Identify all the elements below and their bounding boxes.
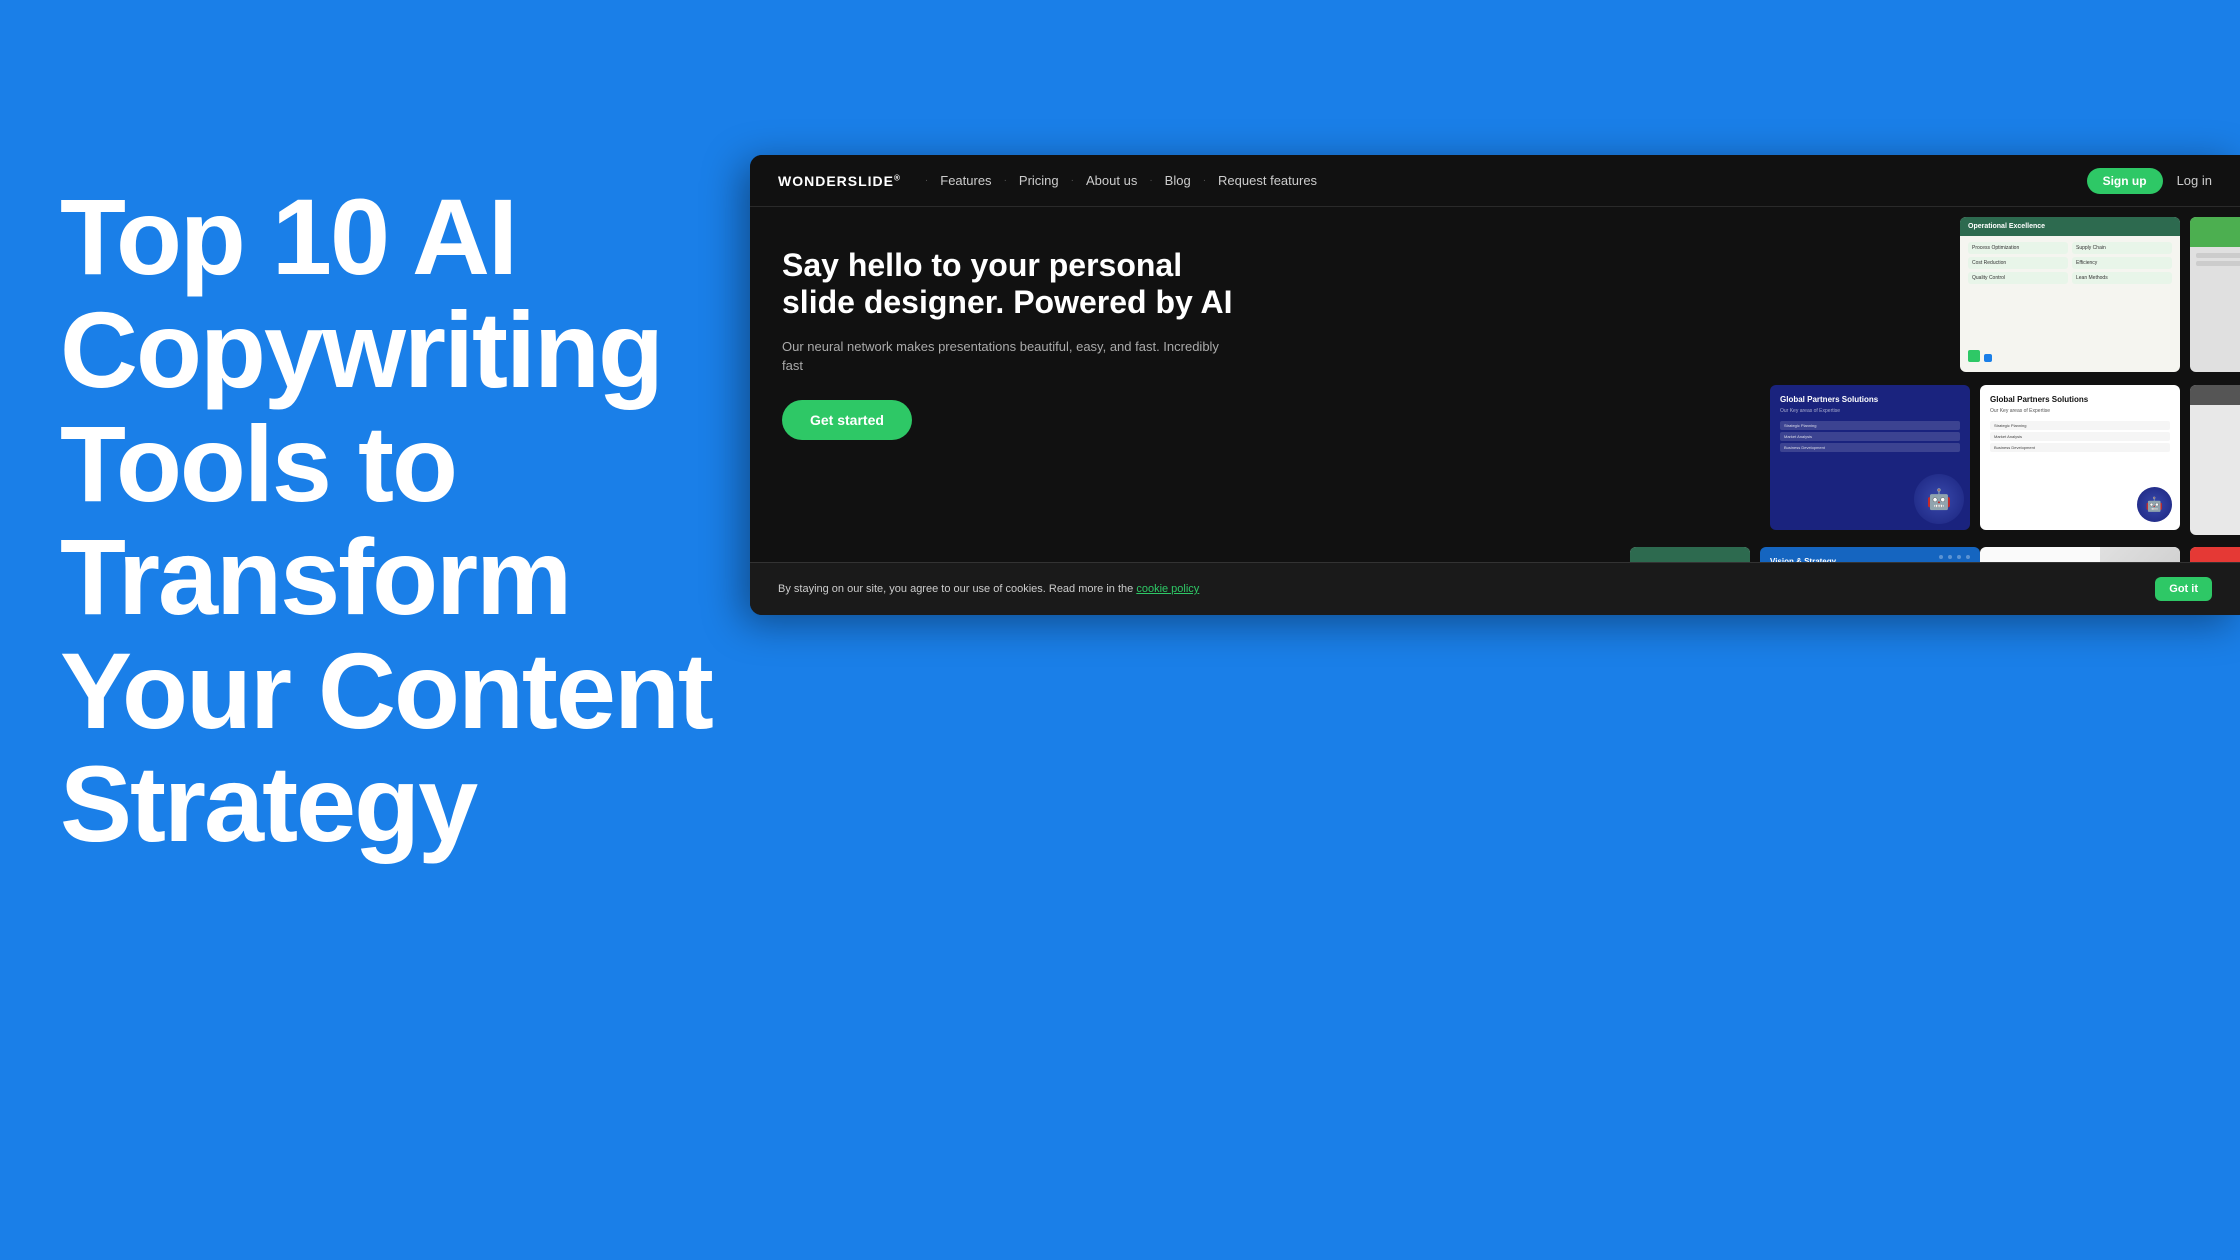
gp-white-title: Global Partners Solutions — [1990, 395, 2170, 404]
hero-subtitle: Our neural network makes presentations b… — [782, 337, 1238, 376]
gp-w-item-3: Business Development — [1990, 443, 2170, 452]
nav-link-blog[interactable]: Blog — [1157, 169, 1199, 192]
slide-op-item-2: Cost Reduction — [1968, 257, 2068, 269]
cookie-accept-button[interactable]: Got it — [2155, 577, 2212, 601]
gp-blue-sub: Our Key areas of Expertise — [1780, 408, 1960, 415]
slide-op-item-1: Process Optimization — [1968, 242, 2068, 254]
thumb-row-1: Operational Excellence Process Optimizat… — [1960, 217, 2240, 372]
hero-area: Say hello to your personal slide designe… — [750, 207, 2240, 615]
thumb-row-2: Global Partners Solutions Our Key areas … — [1770, 385, 2240, 535]
nav-dot-4: · — [1149, 175, 1152, 186]
hero-left: Say hello to your personal slide designe… — [750, 207, 1270, 615]
gp-white-robot-icon: 🤖 — [2137, 487, 2172, 522]
nav-dot-3: · — [1071, 175, 1074, 186]
slide-op-item-5: Efficiency — [2072, 257, 2172, 269]
nav-dot-2: · — [1004, 175, 1007, 186]
cookie-text: By staying on our site, you agree to our… — [778, 583, 2143, 595]
op-accent-2 — [1984, 354, 1992, 362]
gp-w-item-1: Strategic Planning — [1990, 421, 2170, 430]
slide-op-col-2: Supply Chain Efficiency Lean Methods — [2072, 242, 2172, 287]
nav-actions: Sign up Log in — [2087, 168, 2212, 194]
slide-global-partners-blue[interactable]: Global Partners Solutions Our Key areas … — [1770, 385, 1970, 530]
gp-white-items: Strategic Planning Market Analysis Busin… — [1990, 421, 2170, 452]
login-link[interactable]: Log in — [2177, 173, 2212, 188]
nav-link-request[interactable]: Request features — [1210, 169, 1325, 192]
browser-panel: WONDERSLIDE® · Features · Pricing · Abou… — [750, 155, 2240, 615]
partial-line-1 — [2196, 253, 2240, 258]
slide-partial-1 — [2190, 217, 2240, 372]
cookie-banner: By staying on our site, you agree to our… — [750, 562, 2240, 615]
dot4 — [1966, 555, 1970, 559]
partial-header — [2190, 217, 2240, 247]
slide-op-col-1: Process Optimization Cost Reduction Qual… — [1968, 242, 2068, 287]
partial-r2-header — [2190, 385, 2240, 405]
slide-operational-excellence[interactable]: Operational Excellence Process Optimizat… — [1960, 217, 2180, 372]
gp-w-item-2: Market Analysis — [1990, 432, 2170, 441]
signup-button[interactable]: Sign up — [2087, 168, 2163, 194]
cookie-policy-link[interactable]: cookie policy — [1136, 583, 1199, 595]
gp-item-2: Market Analysis — [1780, 432, 1960, 441]
headline-text: Top 10 AI Copywriting Tools to Transform… — [60, 180, 760, 860]
nav-link-pricing[interactable]: Pricing — [1011, 169, 1067, 192]
slides-area: Operational Excellence Process Optimizat… — [1280, 207, 2240, 615]
slide-global-partners-white[interactable]: Global Partners Solutions Our Key areas … — [1980, 385, 2180, 530]
nav-link-about[interactable]: About us — [1078, 169, 1145, 192]
nav-dot-5: · — [1203, 175, 1206, 186]
vision-dots — [1939, 555, 1972, 559]
dot3 — [1957, 555, 1961, 559]
slide-op-item-4: Supply Chain — [2072, 242, 2172, 254]
slide-op-item-3: Quality Control — [1968, 272, 2068, 284]
headline: Top 10 AI Copywriting Tools to Transform… — [60, 180, 760, 860]
gp-blue-items: Strategic Planning Market Analysis Busin… — [1780, 421, 1960, 452]
nav-link-features[interactable]: Features — [932, 169, 999, 192]
nav-bar: WONDERSLIDE® · Features · Pricing · Abou… — [750, 155, 2240, 207]
gp-item-3: Business Development — [1780, 443, 1960, 452]
nav-dot-1: · — [925, 175, 928, 186]
slide-op-body: Process Optimization Cost Reduction Qual… — [1960, 236, 2180, 293]
slide-partial-right-2 — [2190, 385, 2240, 535]
hero-title: Say hello to your personal slide designe… — [782, 247, 1238, 321]
dot2 — [1948, 555, 1952, 559]
slide-op-item-6: Lean Methods — [2072, 272, 2172, 284]
nav-logo: WONDERSLIDE® — [778, 173, 901, 189]
gp-blue-robot-icon: 🤖 — [1914, 474, 1964, 524]
get-started-button[interactable]: Get started — [782, 400, 912, 440]
dot1 — [1939, 555, 1943, 559]
slide-op-header: Operational Excellence — [1960, 217, 2180, 236]
nav-links: · Features · Pricing · About us · Blog ·… — [925, 169, 2063, 192]
op-accent-1 — [1968, 350, 1980, 362]
partial-line-2 — [2196, 261, 2240, 266]
gp-blue-title: Global Partners Solutions — [1780, 395, 1960, 404]
gp-white-sub: Our Key areas of Expertise — [1990, 408, 2170, 415]
partial-body — [2190, 247, 2240, 275]
gp-item-1: Strategic Planning — [1780, 421, 1960, 430]
